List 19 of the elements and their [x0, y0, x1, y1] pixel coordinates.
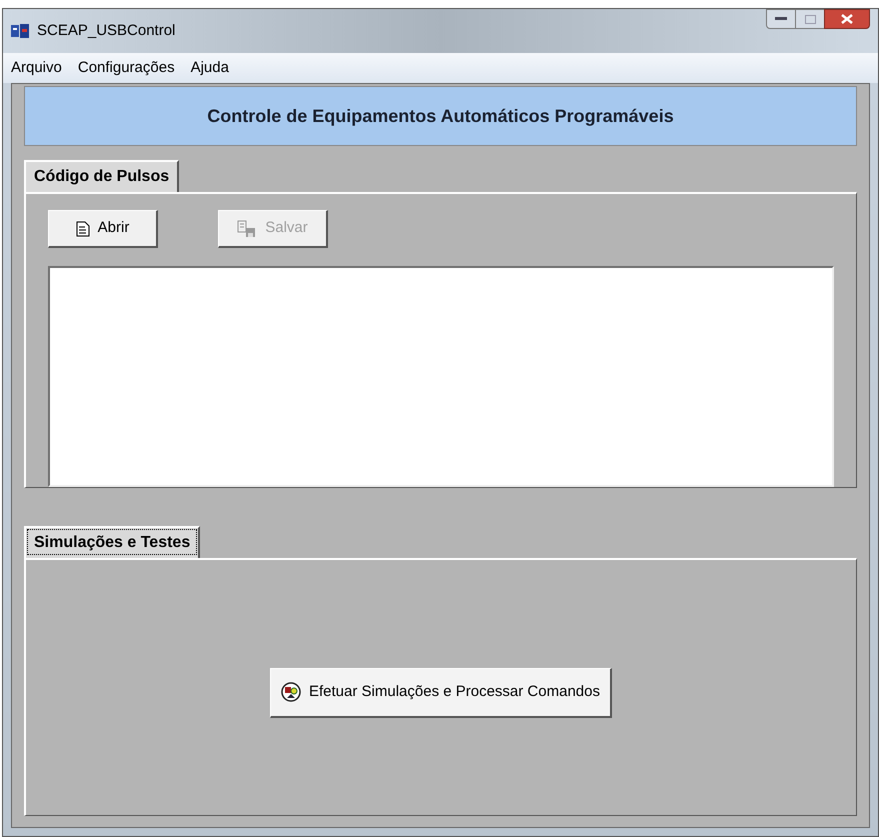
header-banner: Controle de Equipamentos Automáticos Programáveis: [24, 86, 857, 146]
window-title: SCEAP_USBControl: [37, 20, 176, 41]
open-button[interactable]: Abrir: [48, 210, 158, 248]
menu-item[interactable]: Arquivo: [11, 56, 62, 80]
maximize-button[interactable]: [796, 9, 824, 29]
minimize-button[interactable]: [766, 9, 796, 29]
simulation-icon: [281, 682, 301, 702]
minimize-icon: [775, 17, 787, 21]
close-icon: [841, 14, 853, 24]
menu-item[interactable]: Ajuda: [190, 56, 229, 80]
close-button[interactable]: [824, 9, 870, 29]
simulate-button[interactable]: Efetuar Simulações e Processar Comandos: [270, 668, 612, 718]
document-disk-icon: [237, 220, 258, 238]
app-icon: [11, 24, 29, 38]
tab[interactable]: Simulações e Testes: [24, 526, 200, 558]
maximize-icon: [804, 14, 816, 24]
menu-item[interactable]: Configurações: [78, 56, 175, 80]
document-icon: [76, 220, 90, 236]
tab[interactable]: Código de Pulsos: [24, 160, 180, 192]
